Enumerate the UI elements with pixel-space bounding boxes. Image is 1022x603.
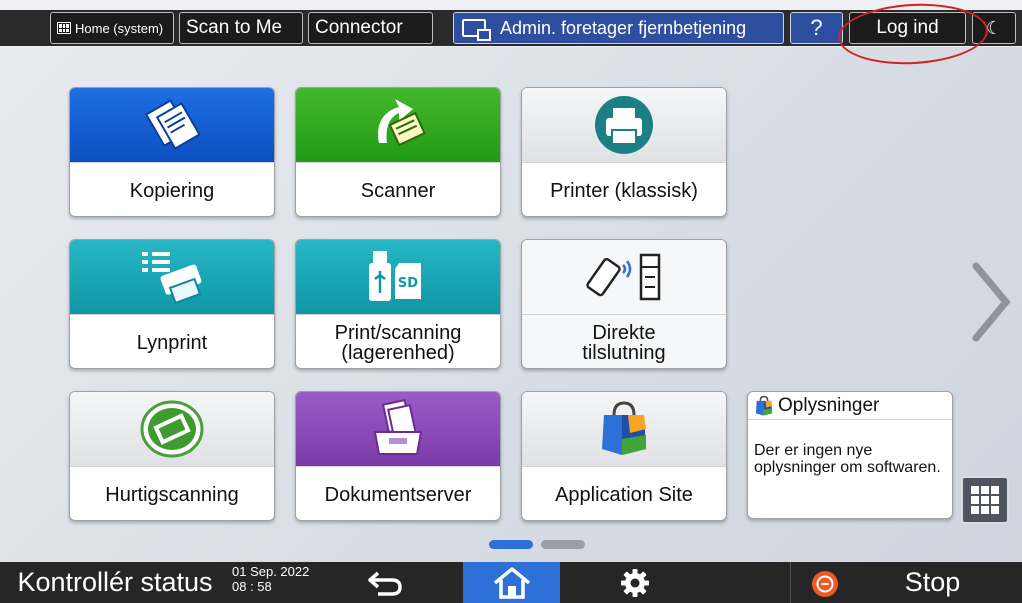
- home-system-button[interactable]: Home (system): [50, 12, 174, 44]
- help-button[interactable]: ?: [790, 12, 843, 44]
- scan-to-me-button[interactable]: Scan to Me: [179, 12, 303, 44]
- home-icon: [493, 566, 530, 599]
- home-button[interactable]: [463, 562, 560, 603]
- connector-label: Connector: [315, 17, 403, 38]
- tile-kopiering[interactable]: Kopiering: [69, 87, 275, 217]
- tile-label-line2: (lagerenhed): [341, 341, 455, 364]
- scanner-icon: [377, 99, 426, 147]
- grid-icon: [57, 22, 71, 34]
- document-server-icon: [373, 398, 423, 455]
- tile-print-scanning-lagerenhed[interactable]: SD Print/scanning (lagerenhed): [295, 239, 501, 369]
- tile-application-site[interactable]: Application Site: [521, 391, 727, 521]
- back-button[interactable]: [360, 564, 410, 602]
- time-label: 08 : 58: [232, 579, 272, 594]
- grid-icon: [971, 486, 999, 514]
- tile-label: Lynprint: [136, 331, 208, 354]
- back-arrow-icon: [368, 571, 402, 596]
- scan-to-me-label: Scan to Me: [186, 17, 283, 38]
- quick-scan-icon: [140, 400, 204, 458]
- tile-label: Kopiering: [129, 179, 215, 202]
- check-status-label: Kontrollér status: [17, 567, 213, 597]
- tile-label: Scanner: [360, 179, 436, 202]
- tile-direkte-tilslutning[interactable]: Direkte tilslutning: [521, 239, 727, 369]
- printer-icon: [595, 96, 653, 154]
- copy-icon: [144, 99, 201, 150]
- home-system-label: Home (system): [75, 20, 164, 36]
- remote-control-icon: [462, 19, 491, 41]
- info-widget-header: Oplysninger: [748, 392, 952, 420]
- date-time: 01 Sep. 2022 08 : 58: [232, 564, 309, 594]
- tile-label: Hurtigscanning: [105, 483, 239, 506]
- top-bar: Home (system) Scan to Me Connector Admin…: [0, 0, 1022, 68]
- stop-icon: [812, 571, 838, 597]
- bottom-bar-divider: [790, 562, 791, 603]
- direct-connect-icon: [586, 253, 661, 301]
- stop-status-indicator: [811, 570, 839, 603]
- tile-label: Application Site: [555, 483, 693, 506]
- tile-lynprint[interactable]: Lynprint: [69, 239, 275, 369]
- svg-text:SD: SD: [398, 276, 418, 291]
- tile-label-line2: tilslutning: [582, 341, 666, 364]
- tile-printer-klassisk[interactable]: Printer (klassisk): [521, 87, 727, 217]
- next-page-arrow[interactable]: [968, 262, 1012, 347]
- tile-scanner[interactable]: Scanner: [295, 87, 501, 217]
- page-indicator: [489, 540, 585, 549]
- tile-label: Printer (klassisk): [550, 179, 698, 202]
- chevron-right-icon: [972, 262, 1011, 342]
- tile-hurtigscanning[interactable]: Hurtigscanning: [69, 391, 275, 521]
- page-dot-1[interactable]: [489, 540, 533, 549]
- tile-label-line1: Direkte: [592, 321, 656, 344]
- shopping-bag-icon: [755, 395, 773, 416]
- connector-button[interactable]: Connector: [308, 12, 433, 44]
- admin-remote-label: Admin. foretager fjernbetjening: [500, 17, 747, 38]
- admin-remote-button[interactable]: Admin. foretager fjernbetjening: [453, 12, 784, 44]
- tile-label-line1: Print/scanning: [334, 321, 462, 344]
- stop-button[interactable]: Stop: [880, 562, 985, 603]
- usb-sd-icon: SD: [369, 251, 421, 301]
- bottom-bar: Kontrollér status 01 Sep. 2022 08 : 58 S…: [0, 562, 1022, 603]
- tile-dokumentserver[interactable]: Dokumentserver: [295, 391, 501, 521]
- date-label: 01 Sep. 2022: [232, 564, 310, 579]
- page-dot-2[interactable]: [541, 540, 585, 549]
- shopping-bag-icon: [602, 401, 646, 455]
- app-list-button[interactable]: [961, 476, 1009, 524]
- info-widget[interactable]: Oplysninger Der er ingen nye oplysninger…: [747, 391, 953, 519]
- quick-print-icon: [142, 252, 202, 305]
- check-status-button[interactable]: Kontrollér status: [0, 562, 230, 603]
- moon-icon: ☾: [985, 17, 1003, 38]
- help-icon: ?: [810, 15, 823, 40]
- gear-icon: [621, 569, 649, 597]
- stop-label: Stop: [904, 567, 961, 597]
- tile-label: Dokumentserver: [324, 483, 472, 506]
- info-widget-message: Der er ingen nye oplysninger om software…: [754, 442, 941, 476]
- settings-button[interactable]: [612, 564, 658, 602]
- info-widget-title: Oplysninger: [778, 394, 880, 416]
